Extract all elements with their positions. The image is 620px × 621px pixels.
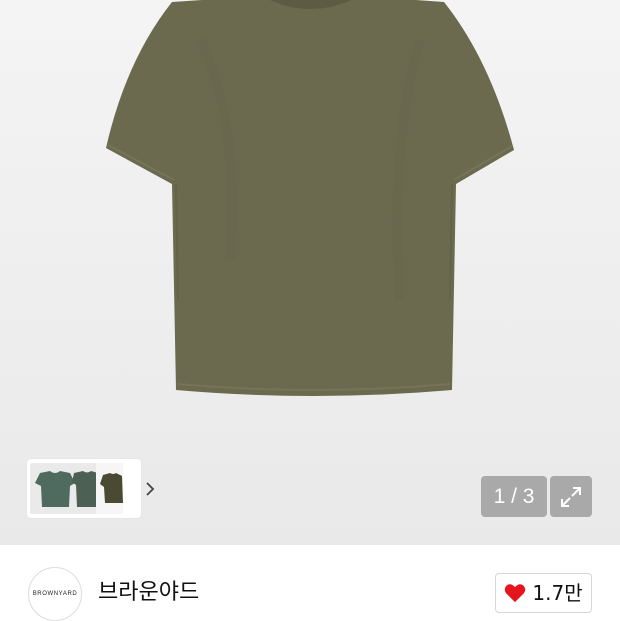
chevron-right-icon[interactable] xyxy=(145,481,155,500)
thumbnail-selected[interactable] xyxy=(30,463,123,514)
image-page-counter: 1 / 3 xyxy=(481,476,547,517)
brand-logo[interactable]: BROWNYARD xyxy=(28,567,82,621)
like-count: 1.7만 xyxy=(532,581,583,605)
heart-icon xyxy=(505,584,526,603)
brand-logo-text: BROWNYARD xyxy=(32,591,78,597)
product-image[interactable]: 1 / 3 xyxy=(0,0,620,545)
brand-name[interactable]: 브라운야드 xyxy=(98,580,199,606)
thumbnail-shirt-teal xyxy=(35,471,75,507)
thumbnail-strip[interactable] xyxy=(27,459,155,518)
expand-button[interactable] xyxy=(550,476,592,517)
expand-icon xyxy=(561,486,581,507)
like-button[interactable]: 1.7만 xyxy=(495,573,592,613)
brand-row: BROWNYARD 브라운야드 1.7만 xyxy=(0,545,620,621)
